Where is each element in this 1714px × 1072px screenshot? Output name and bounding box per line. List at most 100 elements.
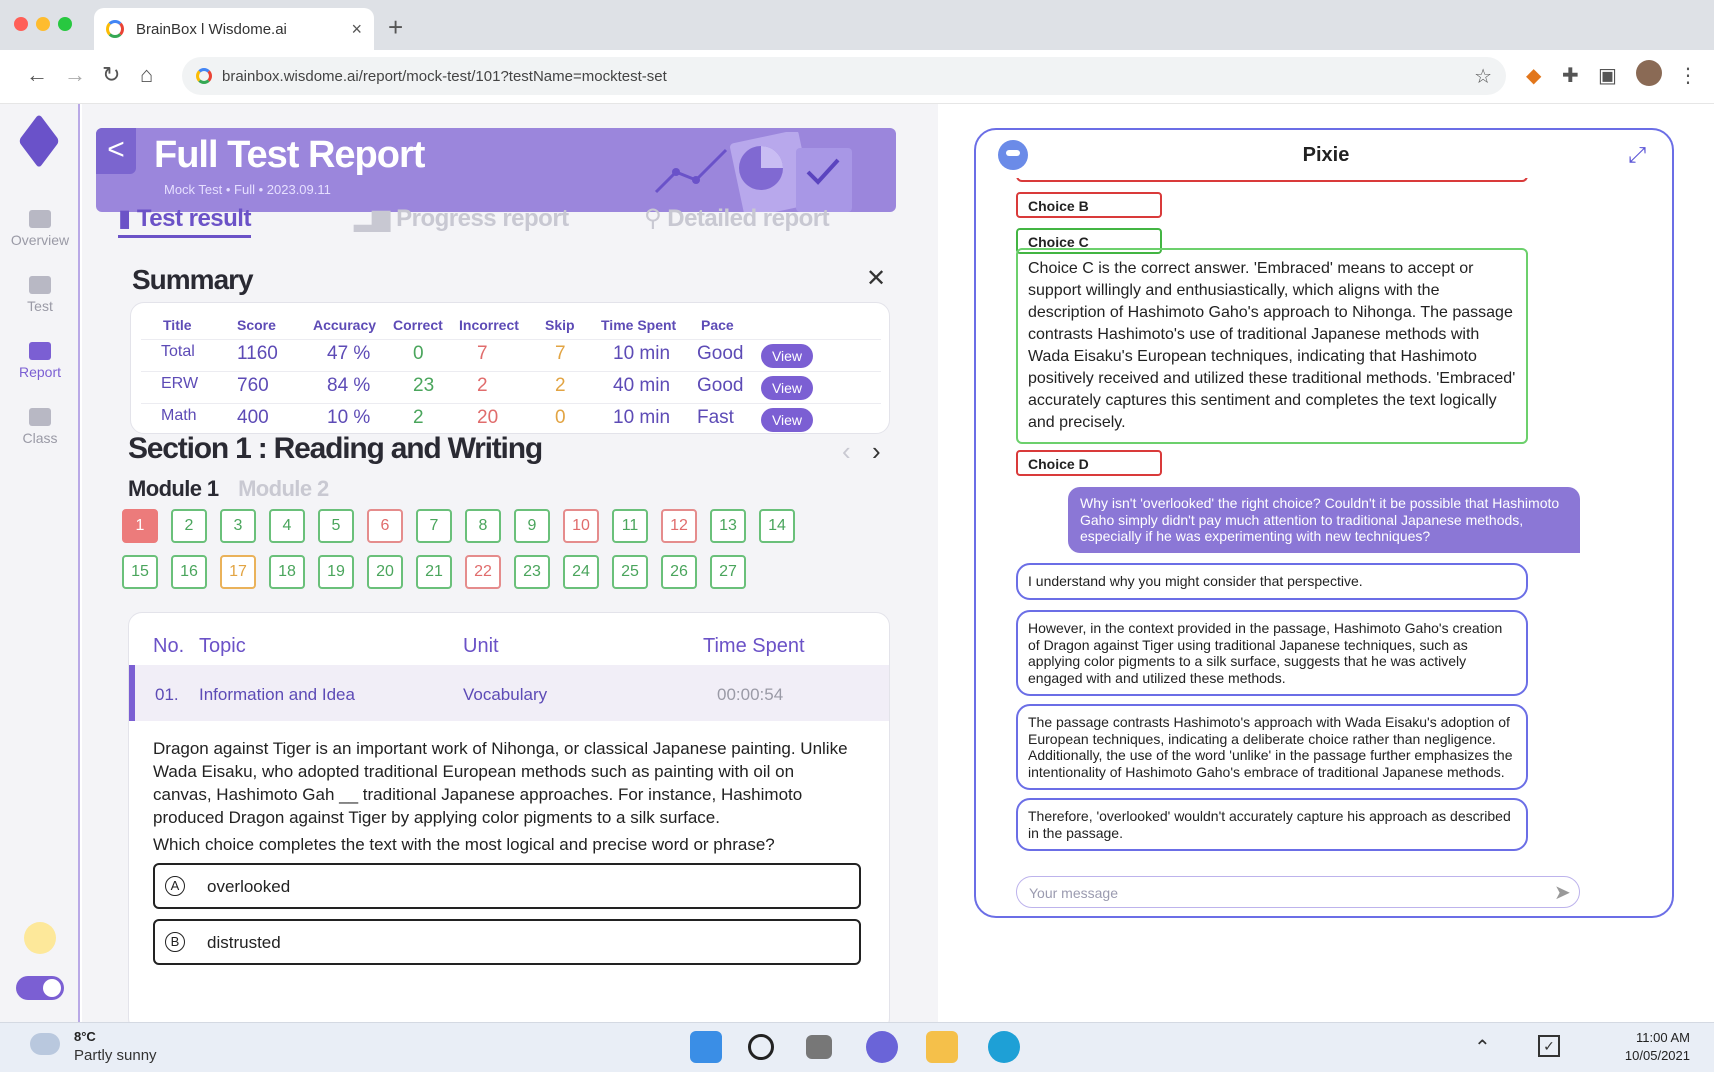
question-button-14[interactable]: 14 xyxy=(759,509,795,543)
question-button-16[interactable]: 16 xyxy=(171,555,207,589)
question-button-27[interactable]: 27 xyxy=(710,555,746,589)
row-unit: Vocabulary xyxy=(463,685,548,704)
question-button-20[interactable]: 20 xyxy=(367,555,403,589)
brainbox-logo[interactable] xyxy=(18,113,60,169)
chat-icon[interactable] xyxy=(866,1031,898,1063)
side-panel-icon[interactable]: ▣ xyxy=(1598,63,1617,88)
question-button-22[interactable]: 22 xyxy=(465,555,501,589)
sidebar: Overview Test Report Class xyxy=(0,104,80,1022)
notes-icon[interactable] xyxy=(24,922,56,954)
tab-label: Progress report xyxy=(396,205,569,232)
view-button[interactable]: View xyxy=(761,376,813,400)
tab-test-result[interactable]: ▮ Test result xyxy=(118,204,251,238)
divider xyxy=(141,339,881,340)
column-header: No. xyxy=(153,635,185,657)
question-button-17[interactable]: 17 xyxy=(220,555,256,589)
new-tab-button[interactable]: + xyxy=(388,12,403,43)
sidebar-item-class[interactable]: Class xyxy=(0,408,80,446)
question-button-8[interactable]: 8 xyxy=(465,509,501,543)
question-button-26[interactable]: 26 xyxy=(661,555,697,589)
sidebar-item-overview[interactable]: Overview xyxy=(0,210,80,248)
message-input[interactable]: Your message xyxy=(1016,876,1580,908)
sidebar-item-test[interactable]: Test xyxy=(0,276,80,314)
question-button-1[interactable]: 1 xyxy=(122,509,158,543)
close-icon[interactable]: ✕ xyxy=(866,264,886,293)
question-button-11[interactable]: 11 xyxy=(612,509,648,543)
question-button-3[interactable]: 3 xyxy=(220,509,256,543)
send-icon[interactable]: ➤ xyxy=(1554,880,1571,905)
close-tab-icon[interactable]: × xyxy=(351,19,362,40)
user-message: Why isn't 'overlooked' the right choice?… xyxy=(1068,487,1580,553)
url-text: brainbox.wisdome.ai/report/mock-test/101… xyxy=(222,67,667,85)
question-button-21[interactable]: 21 xyxy=(416,555,452,589)
address-bar[interactable]: brainbox.wisdome.ai/report/mock-test/101… xyxy=(182,57,1506,95)
column-header: Time Spent xyxy=(703,635,805,657)
maximize-window-button[interactable] xyxy=(58,17,72,31)
browser-tab[interactable]: BrainBox l Wisdome.ai × xyxy=(94,8,374,50)
weather-icon[interactable] xyxy=(30,1027,60,1055)
choice-d-tag[interactable]: Choice D xyxy=(1016,450,1162,476)
tab-module-1[interactable]: Module 1 xyxy=(128,476,219,501)
back-arrow-icon[interactable]: ← xyxy=(26,62,48,88)
sidebar-item-label: Overview xyxy=(10,232,70,248)
browser-menu-icon[interactable]: ⋮ xyxy=(1678,63,1698,88)
reload-icon[interactable]: ↻ xyxy=(102,62,120,88)
option-letter: A xyxy=(165,876,185,896)
file-explorer-icon[interactable] xyxy=(926,1031,958,1063)
search-icon[interactable] xyxy=(748,1034,774,1060)
minimize-window-button[interactable] xyxy=(36,17,50,31)
taskbar: 8°C Partly sunny ⌃ ✓ 11:00 AM 10/05/2021 xyxy=(0,1022,1714,1072)
question-button-10[interactable]: 10 xyxy=(563,509,599,543)
question-button-24[interactable]: 24 xyxy=(563,555,599,589)
previous-choice-box xyxy=(1016,178,1528,182)
next-section-button[interactable]: › xyxy=(872,436,881,467)
checkbox-tray-icon[interactable]: ✓ xyxy=(1538,1035,1560,1057)
option-text: overlooked xyxy=(207,877,291,896)
question-button-23[interactable]: 23 xyxy=(514,555,550,589)
question-button-4[interactable]: 4 xyxy=(269,509,305,543)
view-button[interactable]: View xyxy=(761,344,813,368)
view-button[interactable]: View xyxy=(761,408,813,432)
question-button-9[interactable]: 9 xyxy=(514,509,550,543)
row-title: Total xyxy=(161,343,195,360)
task-view-icon[interactable] xyxy=(806,1035,832,1059)
question-button-13[interactable]: 13 xyxy=(710,509,746,543)
back-button[interactable]: < xyxy=(96,128,136,174)
bookmark-star-icon[interactable]: ☆ xyxy=(1474,64,1492,89)
row-title: Math xyxy=(161,407,197,424)
question-button-15[interactable]: 15 xyxy=(122,555,158,589)
edge-browser-icon[interactable] xyxy=(988,1031,1020,1063)
row-time-spent: 40 min xyxy=(613,375,671,396)
column-header: Time Spent xyxy=(601,317,677,333)
question-button-12[interactable]: 12 xyxy=(661,509,697,543)
system-clock[interactable]: 11:00 AM 10/05/2021 xyxy=(1625,1029,1690,1065)
profile-avatar[interactable] xyxy=(1636,60,1662,86)
question-button-5[interactable]: 5 xyxy=(318,509,354,543)
chevron-up-icon[interactable]: ⌃ xyxy=(1474,1035,1491,1060)
question-button-18[interactable]: 18 xyxy=(269,555,305,589)
question-button-25[interactable]: 25 xyxy=(612,555,648,589)
tab-detailed-report[interactable]: ⚲ Detailed report xyxy=(644,204,830,233)
table-row[interactable]: 01. Information and Idea Vocabulary 00:0… xyxy=(129,665,889,721)
metamask-extension-icon[interactable]: ◆ xyxy=(1526,63,1541,88)
answer-option-b[interactable]: B distrusted xyxy=(153,919,861,965)
tab-progress-report[interactable]: ▂▆ Progress report xyxy=(354,204,569,233)
answer-option-a[interactable]: A overlooked xyxy=(153,863,861,909)
choice-b-tag[interactable]: Choice B xyxy=(1016,192,1162,218)
row-score: 1160 xyxy=(237,343,278,364)
close-window-button[interactable] xyxy=(14,17,28,31)
expand-icon[interactable]: ⤢ xyxy=(1628,142,1646,168)
question-button-2[interactable]: 2 xyxy=(171,509,207,543)
tab-module-2[interactable]: Module 2 xyxy=(238,476,329,501)
question-button-7[interactable]: 7 xyxy=(416,509,452,543)
question-button-6[interactable]: 6 xyxy=(367,509,403,543)
windows-start-icon[interactable] xyxy=(690,1031,722,1063)
extensions-puzzle-icon[interactable]: ✚ xyxy=(1562,63,1579,88)
home-icon[interactable]: ⌂ xyxy=(140,62,153,88)
prev-section-button[interactable]: ‹ xyxy=(842,436,851,467)
theme-toggle[interactable] xyxy=(16,976,64,1000)
sidebar-item-report[interactable]: Report xyxy=(0,342,80,380)
forward-arrow-icon[interactable]: → xyxy=(64,62,86,88)
app-root: Overview Test Report Class < Full Test R… xyxy=(0,104,1714,1022)
question-button-19[interactable]: 19 xyxy=(318,555,354,589)
